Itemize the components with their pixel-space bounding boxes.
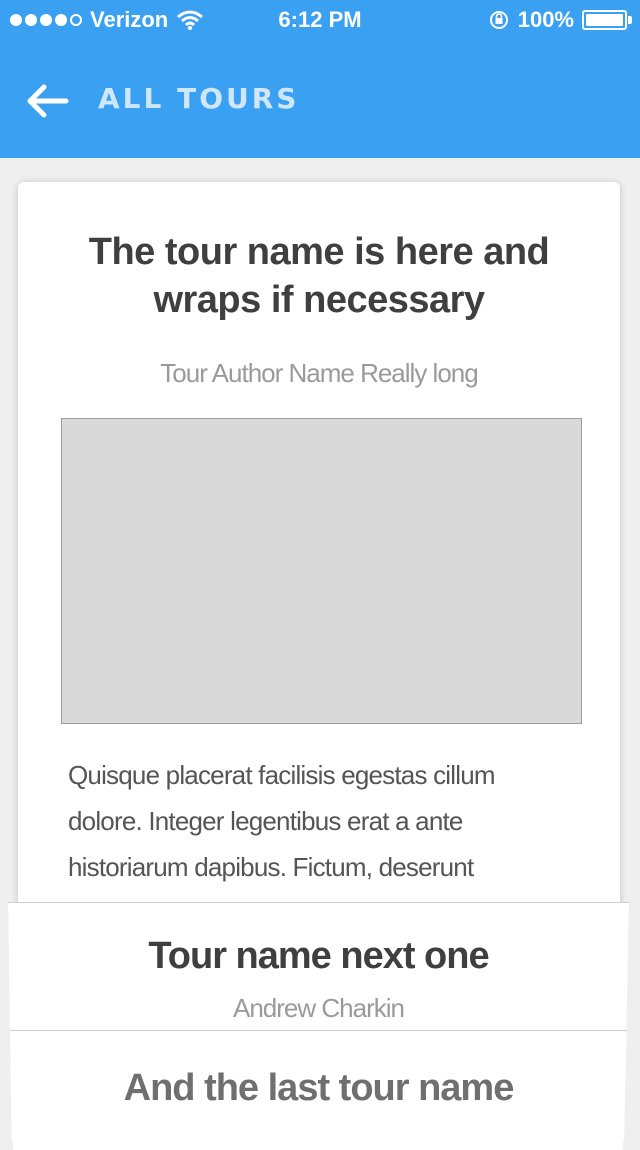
arrow-left-icon[interactable] (24, 83, 70, 119)
last-tour-card[interactable]: And the last tour name (10, 1030, 627, 1150)
current-tour-card[interactable]: The tour name is here and wraps if neces… (18, 182, 620, 982)
next-tour-title: Tour name next one (148, 935, 489, 977)
battery-icon (582, 9, 632, 31)
tour-description: Quisque placerat facilisis egestas cillu… (68, 760, 496, 882)
next-tour-author: Andrew Charkin (233, 993, 405, 1023)
nav-title[interactable]: ALL TOURS (98, 82, 299, 115)
status-right: 100% (488, 7, 632, 33)
tour-author: Tour Author Name Really long (160, 358, 478, 388)
orientation-lock-icon (489, 11, 508, 29)
status-bar: Verizon 6:12 PM 100% (0, 0, 640, 40)
last-tour-title: And the last tour name (123, 1067, 515, 1109)
nav-bar: ALL TOURS (0, 40, 640, 158)
battery-label: 100% (517, 7, 574, 32)
tour-title: The tour name is here and wraps if neces… (88, 231, 550, 321)
tour-image-placeholder (61, 418, 582, 724)
